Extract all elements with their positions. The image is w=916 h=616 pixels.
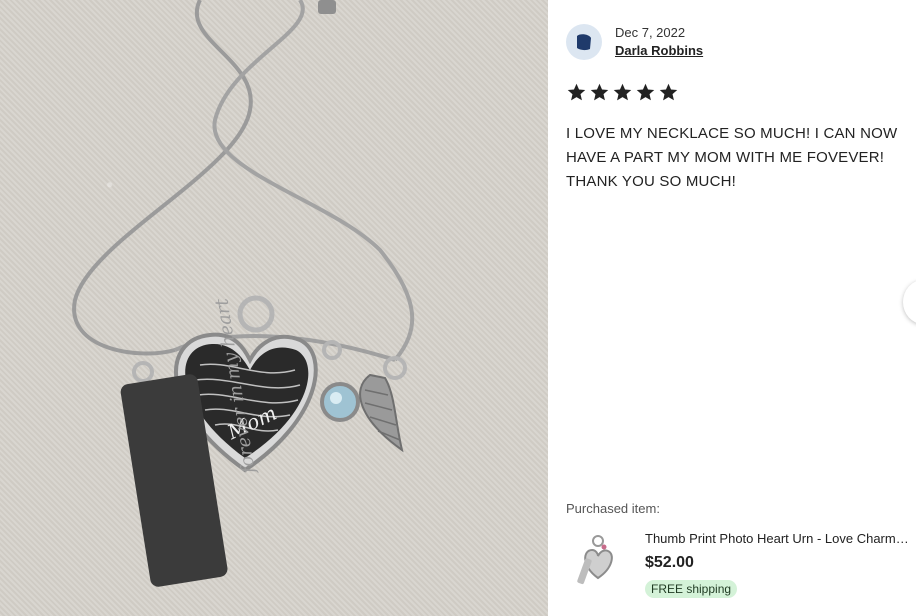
heart-jump-ring (237, 295, 275, 333)
purchased-item-price: $52.00 (645, 554, 694, 571)
star-icon (590, 83, 609, 101)
review-photo[interactable]: Mom forever in my heart (0, 0, 548, 616)
user-avatar-icon[interactable] (566, 24, 602, 60)
review-text: I LOVE MY NECKLACE SO MUCH! I CAN NOW HA… (566, 125, 898, 190)
necklace-photo-illustration: Mom forever in my heart (72, 0, 415, 587)
bar-jump-ring (132, 361, 154, 383)
review-date: Dec 7, 2022 (615, 25, 686, 40)
free-shipping-badge: FREE shipping (645, 580, 738, 598)
clasp (318, 0, 336, 14)
wing-jump-ring (383, 356, 407, 380)
purchased-item-label: Purchased item: (566, 501, 660, 516)
star-icon (567, 83, 586, 101)
purchased-item-title[interactable]: Thumb Print Photo Heart Urn - Love Charm… (645, 531, 910, 546)
reviewer-name-link[interactable]: Darla Robbins (615, 43, 703, 58)
star-icon (659, 83, 678, 101)
avatar-shape-icon (577, 34, 591, 51)
star-icon (636, 83, 655, 101)
review-panel: Dec 7, 2022 Darla Robbins I LOVE MY NECK… (548, 0, 916, 616)
purchased-item-thumbnail[interactable] (573, 532, 623, 588)
star-rating (566, 82, 679, 103)
star-icon (613, 83, 632, 101)
